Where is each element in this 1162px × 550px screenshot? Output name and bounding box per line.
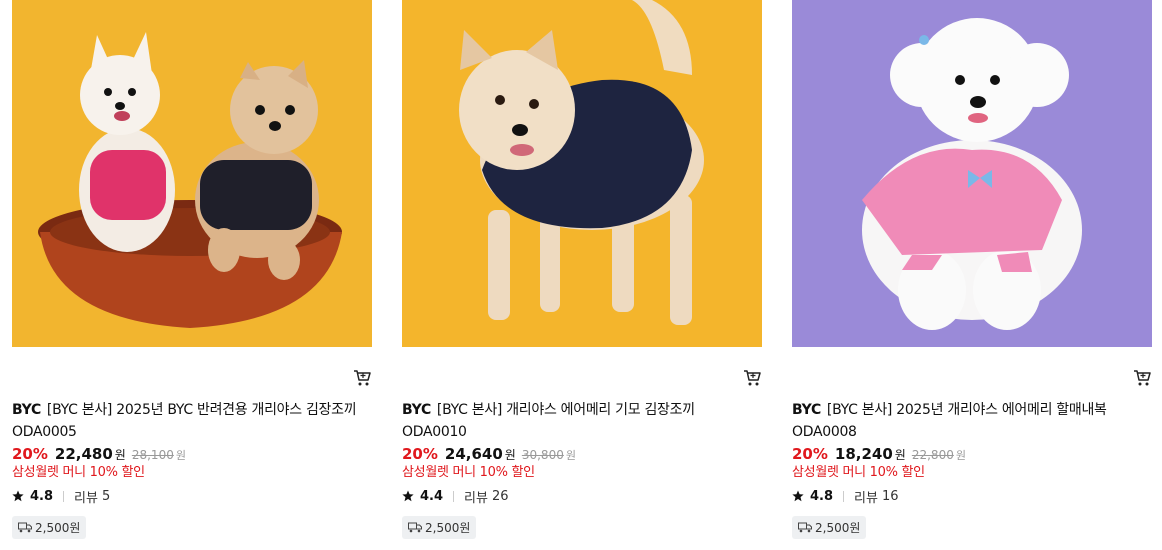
truck-icon — [798, 522, 812, 533]
add-to-cart-button[interactable] — [352, 368, 372, 388]
star-icon — [402, 490, 414, 502]
review-label: 리뷰 — [74, 490, 98, 506]
currency-unit: 원 — [114, 448, 126, 462]
original-currency-unit: 원 — [175, 449, 186, 462]
divider — [63, 490, 65, 502]
price-row: 20% 24,640 원 30,800 원 — [402, 445, 576, 465]
product-title[interactable]: BYC [BYC 본사] 2025년 개리야스 에어메리 할매내복 ODA0008 — [792, 399, 1152, 443]
brand-name: BYC — [402, 402, 431, 418]
sale-price: 22,480 — [54, 445, 113, 463]
product-name: [BYC 본사] 개리야스 에어메리 기모 김장조끼 ODA0010 — [402, 402, 695, 440]
shipping-fee: 2,500원 — [815, 521, 861, 535]
price-row: 20% 22,480 원 28,100 원 — [12, 445, 186, 465]
original-price: 30,800 — [521, 448, 564, 462]
product-image[interactable] — [12, 0, 372, 347]
payment-benefit: 삼성월렛 머니 10% 할인 — [12, 465, 145, 480]
truck-icon — [18, 522, 32, 533]
product-name: [BYC 본사] 2025년 개리야스 에어메리 할매내복 ODA0008 — [792, 402, 1107, 440]
discount-rate: 20% — [402, 445, 438, 463]
product-photo-jindo-dog — [402, 0, 762, 347]
sale-price: 18,240 — [834, 445, 893, 463]
product-photo-bichon — [792, 0, 1152, 347]
divider — [453, 490, 455, 502]
review-count: 5 — [101, 488, 111, 504]
shipping-badge: 2,500원 — [792, 516, 867, 539]
divider — [843, 490, 845, 502]
shipping-badge: 2,500원 — [402, 516, 477, 539]
review-label: 리뷰 — [854, 490, 878, 506]
rating-score: 4.8 — [30, 488, 54, 504]
product-name: [BYC 본사] 2025년 BYC 반려견용 개리야스 김장조끼 ODA000… — [12, 402, 357, 440]
product-photo-two-pomeranians — [12, 0, 372, 347]
currency-unit: 원 — [504, 448, 516, 462]
review-count: 16 — [881, 488, 899, 504]
product-card[interactable]: BYC [BYC 본사] 개리야스 에어메리 기모 김장조끼 ODA0010 20… — [402, 0, 762, 550]
add-to-cart-button[interactable] — [1132, 368, 1152, 388]
payment-benefit: 삼성월렛 머니 10% 할인 — [792, 465, 925, 480]
original-price: 28,100 — [131, 448, 174, 462]
original-currency-unit: 원 — [955, 449, 966, 462]
rating-score: 4.8 — [810, 488, 834, 504]
discount-rate: 20% — [792, 445, 828, 463]
rating-row: 4.8 리뷰 16 — [792, 487, 899, 506]
review-label: 리뷰 — [464, 490, 488, 506]
product-image[interactable] — [792, 0, 1152, 347]
shipping-badge: 2,500원 — [12, 516, 87, 539]
cart-icon — [1134, 370, 1151, 386]
review-count: 26 — [491, 488, 509, 504]
cart-icon — [354, 370, 371, 386]
product-card[interactable]: BYC [BYC 본사] 2025년 개리야스 에어메리 할매내복 ODA0008… — [792, 0, 1152, 550]
brand-name: BYC — [12, 402, 41, 418]
original-currency-unit: 원 — [565, 449, 576, 462]
product-image[interactable] — [402, 0, 762, 347]
original-price: 22,800 — [911, 448, 954, 462]
rating-row: 4.8 리뷰 5 — [12, 487, 111, 506]
truck-icon — [408, 522, 422, 533]
add-to-cart-button[interactable] — [742, 368, 762, 388]
shipping-fee: 2,500원 — [35, 521, 81, 535]
sale-price: 24,640 — [444, 445, 503, 463]
payment-benefit: 삼성월렛 머니 10% 할인 — [402, 465, 535, 480]
rating-row: 4.4 리뷰 26 — [402, 487, 509, 506]
cart-icon — [744, 370, 761, 386]
price-row: 20% 18,240 원 22,800 원 — [792, 445, 966, 465]
brand-name: BYC — [792, 402, 821, 418]
star-icon — [12, 490, 24, 502]
discount-rate: 20% — [12, 445, 48, 463]
currency-unit: 원 — [894, 448, 906, 462]
product-card[interactable]: BYC [BYC 본사] 2025년 BYC 반려견용 개리야스 김장조끼 ODA… — [12, 0, 372, 550]
product-title[interactable]: BYC [BYC 본사] 2025년 BYC 반려견용 개리야스 김장조끼 ODA… — [12, 399, 372, 443]
rating-score: 4.4 — [420, 488, 444, 504]
product-title[interactable]: BYC [BYC 본사] 개리야스 에어메리 기모 김장조끼 ODA0010 — [402, 399, 762, 443]
shipping-fee: 2,500원 — [425, 521, 471, 535]
star-icon — [792, 490, 804, 502]
product-grid: BYC [BYC 본사] 2025년 BYC 반려견용 개리야스 김장조끼 ODA… — [0, 0, 1162, 550]
